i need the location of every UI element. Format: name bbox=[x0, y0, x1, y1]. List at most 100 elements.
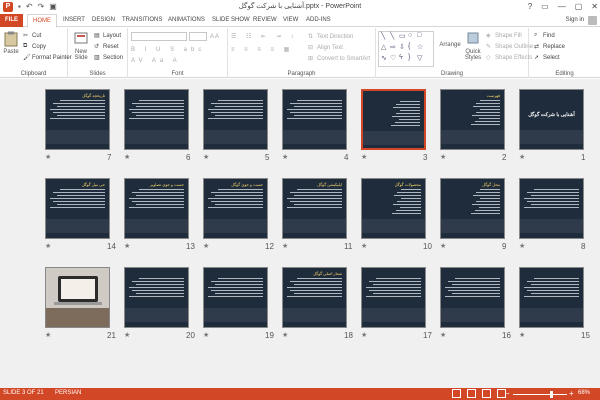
tab-insert[interactable]: INSERT bbox=[58, 14, 90, 27]
arrange-button[interactable]: Arrange bbox=[438, 42, 462, 48]
paste-button[interactable]: Paste bbox=[2, 31, 20, 55]
slide-thumbnail[interactable]: شعار اصلی گوگل bbox=[282, 267, 347, 328]
ribbon-display-icon[interactable]: ▭ bbox=[541, 1, 549, 12]
format-painter-button[interactable]: 🖌 Format Painter bbox=[23, 53, 72, 62]
transition-star-icon[interactable]: ★ bbox=[45, 331, 51, 339]
transition-star-icon[interactable]: ★ bbox=[519, 331, 525, 339]
zoom-in-button[interactable]: + bbox=[569, 389, 574, 398]
slide-thumbnail[interactable]: جی میل گوگل bbox=[45, 178, 110, 239]
slide-thumbnail[interactable] bbox=[124, 89, 189, 150]
transition-star-icon[interactable]: ★ bbox=[203, 242, 209, 250]
triangle-shape-icon[interactable]: △ bbox=[381, 43, 386, 51]
brace-shape-icon[interactable]: } bbox=[408, 54, 410, 61]
slide-thumbnail[interactable] bbox=[440, 267, 505, 328]
slide-thumbnail[interactable]: جست و جوی تصاویر bbox=[124, 178, 189, 239]
transition-star-icon[interactable]: ★ bbox=[124, 331, 130, 339]
quick-styles-button[interactable]: Quick Styles bbox=[462, 31, 484, 61]
transition-star-icon[interactable]: ★ bbox=[282, 153, 288, 161]
transition-star-icon[interactable]: ★ bbox=[203, 331, 209, 339]
language-indicator[interactable]: PERSIAN bbox=[55, 390, 81, 396]
rectangle-shape-icon[interactable]: ▭ bbox=[399, 32, 406, 40]
transition-star-icon[interactable]: ★ bbox=[361, 242, 367, 250]
transition-star-icon[interactable]: ★ bbox=[45, 242, 51, 250]
transition-star-icon[interactable]: ★ bbox=[282, 331, 288, 339]
minimize-button[interactable]: — bbox=[558, 1, 566, 12]
slide-thumbnail[interactable] bbox=[519, 267, 584, 328]
layout-button[interactable]: ▤ Layout bbox=[94, 31, 121, 40]
line-shape-icon[interactable]: ╲ bbox=[381, 32, 385, 40]
select-button[interactable]: ➚ Select bbox=[534, 53, 560, 62]
align-buttons[interactable]: ≡ ≡ ≡ ≡ ▦ bbox=[231, 45, 293, 54]
reading-view-icon[interactable] bbox=[482, 389, 491, 398]
brace-shape-icon[interactable]: { bbox=[408, 43, 410, 50]
maximize-button[interactable]: ▢ bbox=[575, 1, 583, 12]
slide-thumbnail[interactable]: آشنایی با شرکت گوگل bbox=[519, 89, 584, 150]
star-shape-icon[interactable]: ☆ bbox=[417, 43, 423, 51]
slide-thumbnail[interactable] bbox=[124, 267, 189, 328]
arrow-shape-icon[interactable]: ⇨ bbox=[390, 43, 396, 51]
slide-thumbnail[interactable]: تاریخچه گوگل bbox=[45, 89, 110, 150]
transition-star-icon[interactable]: ★ bbox=[519, 242, 525, 250]
transition-star-icon[interactable]: ★ bbox=[440, 153, 446, 161]
slide-thumbnail[interactable]: اپلیکیشن گوگل bbox=[282, 178, 347, 239]
tab-home[interactable]: HOME bbox=[27, 14, 57, 28]
text-direction-button[interactable]: ⇅ Text Direction bbox=[308, 32, 353, 41]
slide-thumbnail[interactable]: محل گوگل bbox=[440, 178, 505, 239]
zoom-level[interactable]: 68% bbox=[578, 390, 590, 396]
transition-star-icon[interactable]: ★ bbox=[124, 242, 130, 250]
tab-file[interactable]: FILE bbox=[0, 14, 23, 27]
normal-view-icon[interactable] bbox=[452, 389, 461, 398]
arrow-shape-icon[interactable]: ⇩ bbox=[399, 43, 405, 51]
slide-thumbnail[interactable] bbox=[361, 89, 426, 150]
shape-effects-button[interactable]: ◇ Shape Effects bbox=[486, 53, 532, 62]
slide-thumbnail[interactable] bbox=[203, 89, 268, 150]
font-name-dropdown[interactable] bbox=[131, 32, 187, 41]
tab-design[interactable]: DESIGN bbox=[87, 14, 120, 27]
shapes-gallery[interactable]: ╲ ╲ ▭ ○ □ △ ⇨ ⇩ { ☆ ∿ ♡ ϟ } ▽ bbox=[378, 31, 434, 67]
font-color-buttons[interactable]: AV Aa A bbox=[131, 56, 181, 65]
tab-animations[interactable]: ANIMATIONS bbox=[163, 14, 210, 27]
transition-star-icon[interactable]: ★ bbox=[124, 153, 130, 161]
shape-fill-button[interactable]: ◈ Shape Fill bbox=[486, 31, 522, 40]
replace-button[interactable]: ⇄ Replace bbox=[534, 42, 565, 51]
transition-star-icon[interactable]: ★ bbox=[203, 153, 209, 161]
sign-in-link[interactable]: Sign in bbox=[566, 14, 584, 27]
shape-outline-button[interactable]: ✎ Shape Outline bbox=[486, 42, 533, 51]
list-buttons[interactable]: ☰ ☷ ⇤ ⇥ ↕ bbox=[231, 32, 297, 41]
align-text-button[interactable]: ⊟ Align Text bbox=[308, 43, 343, 52]
tab-transitions[interactable]: TRANSITIONS bbox=[117, 14, 167, 27]
transition-star-icon[interactable]: ★ bbox=[282, 242, 288, 250]
cut-button[interactable]: ✂ Cut bbox=[23, 31, 41, 40]
slide-thumbnail[interactable]: فهرست bbox=[440, 89, 505, 150]
heart-shape-icon[interactable]: ♡ bbox=[390, 54, 396, 62]
slide-thumbnail[interactable] bbox=[203, 267, 268, 328]
oval-shape-icon[interactable]: ○ bbox=[408, 32, 412, 39]
font-format-buttons[interactable]: B I U S abc bbox=[131, 45, 205, 54]
tab-review[interactable]: REVIEW bbox=[248, 14, 282, 27]
lightning-shape-icon[interactable]: ϟ bbox=[399, 54, 403, 61]
slide-thumbnail[interactable] bbox=[282, 89, 347, 150]
slide-thumbnail[interactable] bbox=[45, 267, 110, 328]
rectangle-shape-icon[interactable]: □ bbox=[417, 32, 421, 39]
zoom-out-button[interactable]: − bbox=[505, 389, 510, 398]
tab-view[interactable]: VIEW bbox=[278, 14, 303, 27]
slide-thumbnail[interactable]: جست و جوی گوگل bbox=[203, 178, 268, 239]
font-size-dropdown[interactable] bbox=[189, 32, 207, 41]
transition-star-icon[interactable]: ★ bbox=[361, 331, 367, 339]
help-icon[interactable]: ? bbox=[528, 1, 532, 12]
new-slide-button[interactable]: New Slide bbox=[71, 31, 91, 61]
curve-shape-icon[interactable]: ∿ bbox=[381, 54, 387, 62]
tab-add-ins[interactable]: ADD-INS bbox=[301, 14, 336, 27]
close-button[interactable]: ✕ bbox=[591, 1, 598, 12]
slide-sorter[interactable]: آشنایی با شرکت گوگل 1 ★ فهرست 2 ★ 3 ★ 4 ★ 5 ★ 6 ★ تاری… bbox=[0, 79, 600, 388]
slide-sorter-view-icon[interactable] bbox=[467, 389, 476, 398]
zoom-slider[interactable] bbox=[513, 394, 567, 395]
triangle-shape-icon[interactable]: ▽ bbox=[417, 54, 422, 62]
transition-star-icon[interactable]: ★ bbox=[361, 153, 367, 161]
transition-star-icon[interactable]: ★ bbox=[45, 153, 51, 161]
font-grow-icon[interactable]: A A bbox=[210, 32, 219, 41]
convert-smartart-button[interactable]: ⊞ Convert to SmartArt bbox=[308, 54, 370, 63]
find-button[interactable]: ⌕ Find bbox=[534, 31, 555, 40]
line-shape-icon[interactable]: ╲ bbox=[390, 32, 394, 40]
section-button[interactable]: ▥ Section bbox=[94, 53, 123, 62]
